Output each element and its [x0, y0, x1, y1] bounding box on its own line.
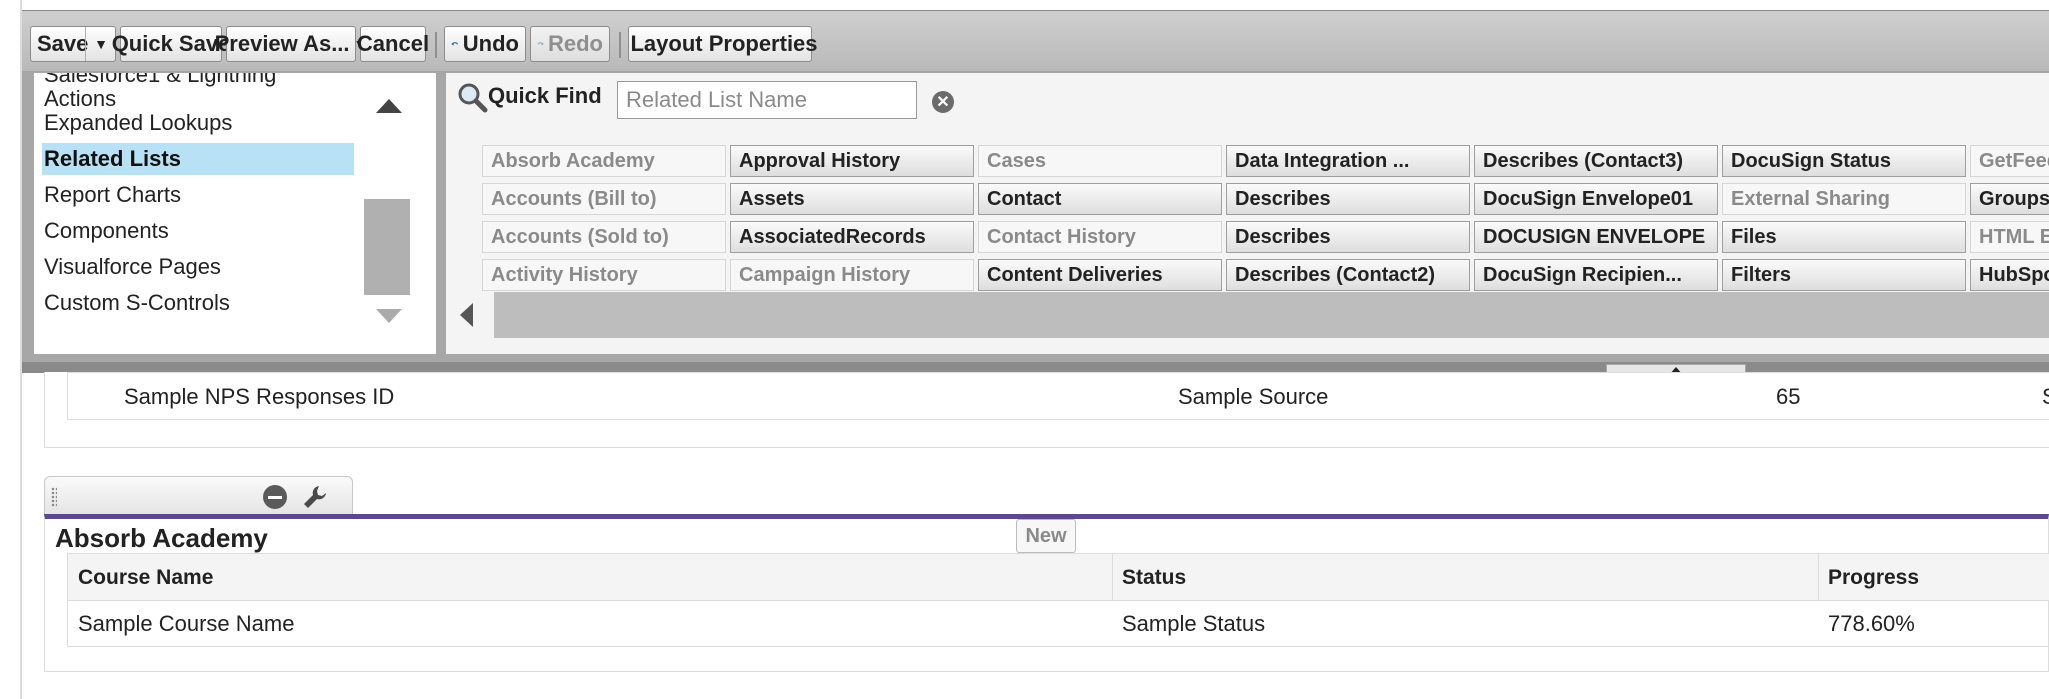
quick-save-button[interactable]: Quick Save [112, 26, 230, 62]
palette-field[interactable]: Describes [1226, 183, 1470, 215]
palette-field[interactable]: DocuSign Status [1722, 145, 1966, 177]
layout-properties-label: Layout Properties [630, 31, 818, 56]
cancel-button[interactable]: Cancel [357, 26, 429, 62]
nps-response-id: Sample NPS Responses ID [124, 384, 395, 409]
undo-label: Undo [462, 31, 519, 56]
palette-field[interactable]: GetFeedb [1970, 145, 2049, 177]
related-list-panel: Absorb Academy New Course Name Status Pr… [44, 514, 2049, 672]
scroll-up-icon[interactable] [376, 99, 402, 113]
column-divider [1112, 554, 1113, 600]
palette-field[interactable]: DocuSign Envelope01 [1474, 183, 1718, 215]
category-report-charts[interactable]: Report Charts [42, 179, 354, 211]
palette-field[interactable]: DocuSign Recipien... [1474, 259, 1718, 291]
palette-field[interactable]: External Sharing [1722, 183, 1966, 215]
quick-find-input[interactable] [617, 81, 917, 119]
save-label: Save [37, 31, 89, 56]
scroll-left-icon[interactable] [446, 292, 494, 338]
scroll-down-icon[interactable] [376, 309, 402, 323]
preview-as-label: Preview As... [214, 31, 350, 56]
palette-field[interactable]: Filters [1722, 259, 1966, 291]
layout-properties-button[interactable]: Layout Properties [628, 26, 818, 62]
category-visualforce-pages[interactable]: Visualforce Pages [42, 251, 354, 283]
field-horizontal-scrollbar[interactable] [446, 292, 2049, 338]
undo-icon [451, 42, 459, 46]
palette-field[interactable]: Groups [1970, 183, 2049, 215]
toolbar-divider [435, 32, 437, 58]
editor-toolbar: Save ▼ Quick Save Preview As... ▼ Cancel… [22, 11, 2049, 71]
redo-icon [537, 42, 544, 46]
toolbar-divider [619, 32, 621, 58]
palette-field[interactable]: Accounts (Sold to) [482, 221, 726, 253]
palette-field[interactable]: Contact [978, 183, 1222, 215]
table-row: Sample NPS Responses ID Sample Source 65… [67, 372, 2049, 420]
redo-label: Redo [548, 31, 603, 56]
category-components[interactable]: Components [42, 215, 354, 247]
previous-related-list-section: Sample NPS Responses ID Sample Source 65… [44, 372, 2049, 448]
drag-handle-icon[interactable] [51, 487, 57, 507]
palette-field[interactable]: HubSpot [1970, 259, 2049, 291]
category-custom-s-controls[interactable]: Custom S-Controls [42, 287, 354, 319]
palette-field[interactable]: Data Integration ... [1226, 145, 1470, 177]
status-cell: Sample Status [1122, 611, 1266, 636]
palette-field[interactable]: Describes (Contact2) [1226, 259, 1470, 291]
palette-field[interactable]: Approval History [730, 145, 974, 177]
palette-field[interactable]: Content Deliveries [978, 259, 1222, 291]
palette-field[interactable]: Cases [978, 145, 1222, 177]
category-related-lists[interactable]: Related Lists [42, 143, 354, 175]
palette-field[interactable]: Describes (Contact3) [1474, 145, 1718, 177]
search-icon [458, 83, 488, 113]
progress-cell: 778.60% [1828, 611, 1915, 636]
palette-field[interactable]: HTML Em [1970, 221, 2049, 253]
related-list-table: Course Name Status Progress Sample Cours… [67, 553, 2049, 647]
course-name-cell: Sample Course Name [78, 611, 295, 636]
scroll-thumb[interactable] [364, 199, 410, 295]
column-header-progress: Progress [1828, 566, 1920, 589]
palette-field[interactable]: Files [1722, 221, 1966, 253]
undo-button[interactable]: Undo [444, 26, 526, 62]
nps-truncated-cell: S [2042, 384, 2049, 410]
column-divider [1818, 554, 1819, 600]
table-header: Course Name Status Progress [68, 554, 2049, 601]
palette-field[interactable]: Activity History [482, 259, 726, 291]
palette-category-list: Salesforce1 & Lightning Actions Expanded… [34, 73, 436, 354]
palette-field[interactable]: Campaign History [730, 259, 974, 291]
clear-search-icon[interactable]: ✕ [932, 91, 954, 113]
category-expanded-lookups[interactable]: Expanded Lookups [42, 107, 354, 139]
related-list-title: Absorb Academy [55, 523, 268, 553]
redo-button[interactable]: Redo [530, 26, 610, 62]
wrench-icon[interactable] [301, 483, 329, 511]
nps-score: 65 [1776, 384, 1801, 409]
preview-as-button[interactable]: Preview As... ▼ [215, 26, 367, 62]
palette-field-area: Quick Find ✕ Absorb Academy Accounts (Bi… [446, 73, 2049, 354]
related-list-handle[interactable] [44, 476, 353, 515]
layout-palette: Save ▼ Quick Save Preview As... ▼ Cancel… [22, 10, 2049, 380]
nps-source: Sample Source [1178, 384, 1329, 409]
palette-field[interactable]: Assets [730, 183, 974, 215]
column-header-status: Status [1122, 566, 1187, 589]
palette-field[interactable]: Contact History [978, 221, 1222, 253]
palette-field[interactable]: DOCUSIGN ENVELOPE [1474, 221, 1718, 253]
quick-find-label: Quick Find [488, 83, 602, 108]
remove-icon[interactable] [263, 485, 287, 509]
palette-field[interactable]: Accounts (Bill to) [482, 183, 726, 215]
palette-field[interactable]: Absorb Academy [482, 145, 726, 177]
save-button[interactable]: Save ▼ [30, 26, 116, 62]
palette-field[interactable]: Describes [1226, 221, 1470, 253]
new-button[interactable]: New [1016, 519, 1076, 553]
palette-field[interactable]: AssociatedRecords [730, 221, 974, 253]
category-scrollbar[interactable] [364, 73, 410, 354]
related-list-absorb-academy: Absorb Academy New Course Name Status Pr… [44, 476, 2049, 672]
column-header-course-name: Course Name [78, 566, 214, 589]
